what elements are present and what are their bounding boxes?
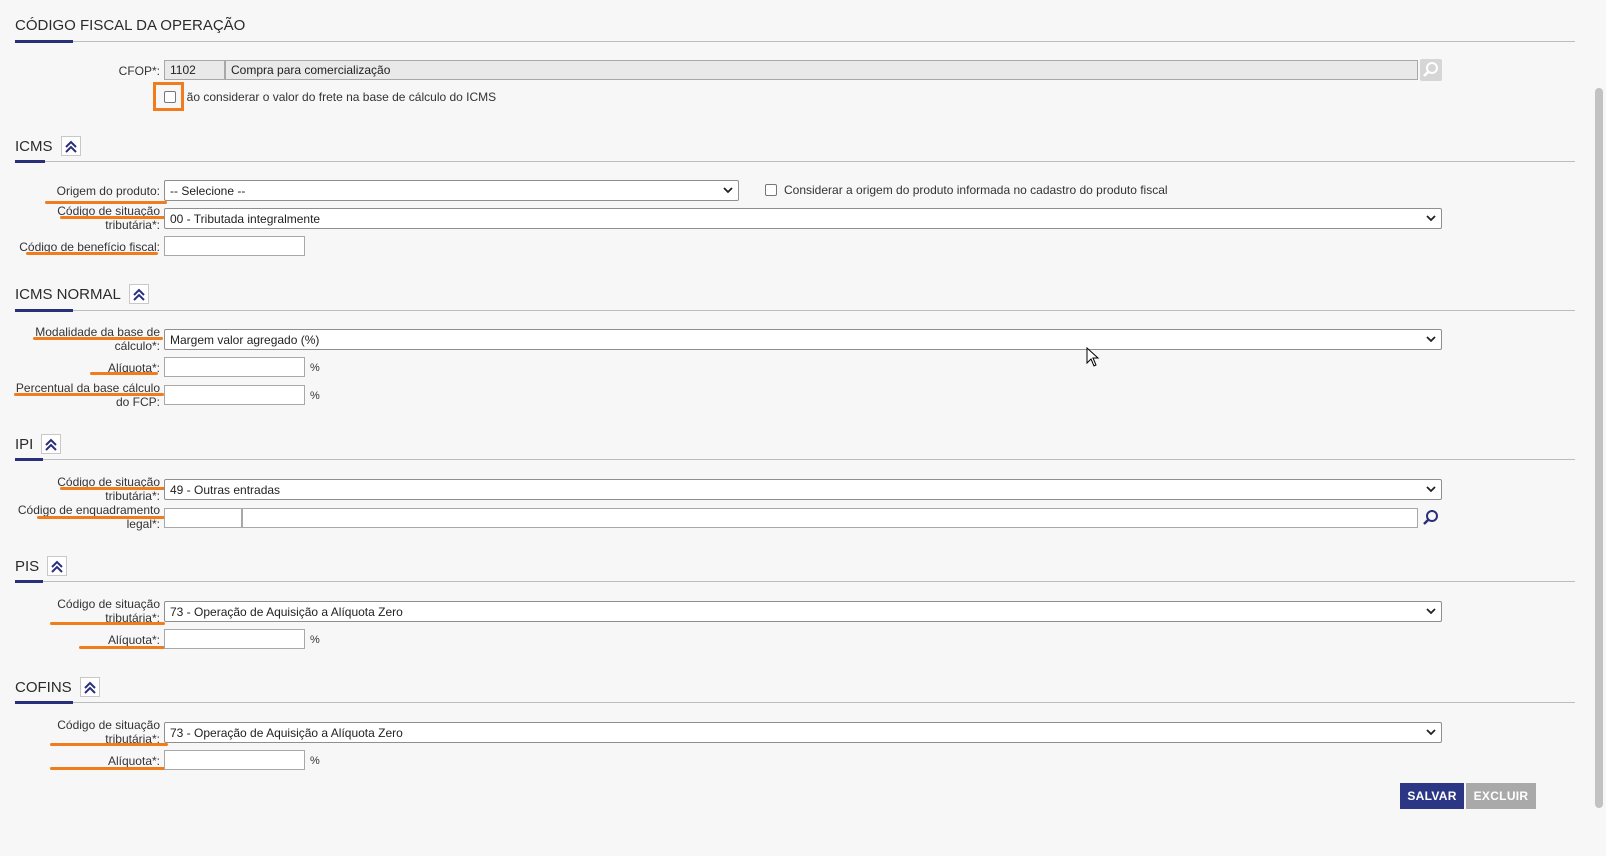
section-title-icms-normal: ICMS NORMAL — [15, 284, 149, 304]
section-title-cfop: CÓDIGO FISCAL DA OPERAÇÃO — [15, 17, 246, 34]
section-title-cofins: COFINS — [15, 677, 100, 697]
chevron-down-icon — [1426, 336, 1436, 343]
collapse-pis-button[interactable] — [47, 556, 68, 576]
legal-framework-code-field[interactable] — [164, 508, 242, 528]
annotation-underline — [37, 516, 165, 519]
chevron-double-up-icon — [133, 288, 145, 301]
section-underline — [15, 309, 73, 312]
icms-cst-select[interactable]: 00 - Tributada integralmente — [164, 208, 1442, 229]
section-underline — [15, 40, 73, 43]
section-divider — [15, 581, 1575, 582]
fcp-percent-field[interactable] — [164, 385, 305, 405]
chevron-double-up-icon — [45, 438, 58, 451]
annotation-underline — [60, 487, 170, 490]
annotation-underline — [50, 743, 168, 746]
section-underline — [15, 701, 73, 704]
pis-rate-field[interactable] — [164, 629, 305, 649]
pis-rate-label: Alíquota*: — [107, 633, 160, 647]
cfop-description-field[interactable]: Compra para comercialização — [225, 60, 1418, 80]
chevron-down-icon — [1426, 215, 1436, 222]
percent-sign: % — [310, 362, 320, 374]
cfop-code-field[interactable]: 1102 — [164, 60, 225, 80]
origin-checkbox-label: Considerar a origem do produto informada… — [784, 183, 1168, 197]
section-divider — [15, 41, 1575, 42]
chevron-double-up-icon — [83, 681, 96, 694]
annotation-underline — [50, 767, 170, 770]
annotation-underline — [60, 216, 170, 219]
mouse-cursor-icon — [1086, 347, 1100, 367]
section-title-pis: PIS — [15, 556, 68, 576]
legal-framework-description-field[interactable] — [242, 508, 1418, 528]
percent-sign: % — [310, 390, 320, 402]
annotation-underline — [33, 337, 163, 340]
benefit-code-field[interactable] — [164, 236, 305, 256]
scrollbar-thumb[interactable] — [1595, 88, 1603, 808]
freight-checkbox-label: Não considerar o valor do frete na base … — [186, 90, 497, 104]
percent-sign: % — [310, 634, 320, 646]
chevron-double-up-icon — [51, 560, 63, 573]
save-button[interactable]: SALVAR — [1400, 783, 1464, 809]
annotation-underline — [79, 646, 169, 649]
annotation-underline — [50, 622, 165, 625]
chevron-down-icon — [1426, 486, 1436, 493]
percent-sign: % — [310, 755, 320, 767]
ipi-cst-select[interactable]: 49 - Outras entradas — [164, 479, 1442, 500]
pis-cst-label: Código de situação tributária*: — [57, 597, 160, 625]
collapse-ipi-button[interactable] — [41, 434, 62, 454]
section-underline — [15, 580, 43, 583]
legal-framework-search-button[interactable] — [1420, 507, 1442, 529]
pis-cst-select[interactable]: 73 - Operação de Aquisição a Alíquota Ze… — [164, 601, 1442, 622]
annotation-underline — [26, 252, 158, 255]
chevron-down-icon — [1426, 729, 1436, 736]
search-icon — [1423, 510, 1438, 525]
delete-button[interactable]: EXCLUIR — [1466, 783, 1536, 809]
collapse-icms-normal-button[interactable] — [128, 284, 149, 304]
section-underline — [15, 458, 43, 461]
chevron-down-icon — [723, 187, 733, 194]
annotation-underline — [14, 393, 164, 396]
section-title-icms: ICMS — [15, 136, 81, 156]
origin-select[interactable]: -- Selecione -- — [164, 180, 739, 201]
section-divider — [15, 459, 1575, 460]
freight-checkbox[interactable] — [164, 91, 176, 103]
cofins-cst-select[interactable]: 73 - Operação de Aquisição a Alíquota Ze… — [164, 722, 1442, 743]
cofins-rate-field[interactable] — [164, 750, 305, 770]
search-icon — [1423, 62, 1438, 77]
section-divider — [15, 702, 1575, 703]
cofins-cst-label: Código de situação tributária*: — [57, 718, 160, 746]
origin-label: Origem do produto: — [56, 184, 160, 198]
icms-rate-field[interactable] — [164, 357, 305, 377]
modality-select[interactable]: Margem valor agregado (%) — [164, 329, 1442, 350]
chevron-down-icon — [1426, 608, 1436, 615]
cfop-search-button[interactable] — [1420, 59, 1442, 81]
collapse-cofins-button[interactable] — [79, 677, 100, 697]
collapse-icms-button[interactable] — [60, 136, 81, 156]
section-divider — [15, 310, 1575, 311]
section-divider — [15, 161, 1575, 162]
section-title-ipi: IPI — [15, 434, 62, 454]
chevron-double-up-icon — [64, 140, 77, 153]
cofins-rate-label: Alíquota*: — [107, 754, 160, 768]
annotation-underline — [90, 372, 158, 375]
section-underline — [15, 160, 45, 163]
origin-checkbox[interactable] — [765, 184, 777, 196]
cfop-label: CFOP*: — [118, 64, 160, 78]
